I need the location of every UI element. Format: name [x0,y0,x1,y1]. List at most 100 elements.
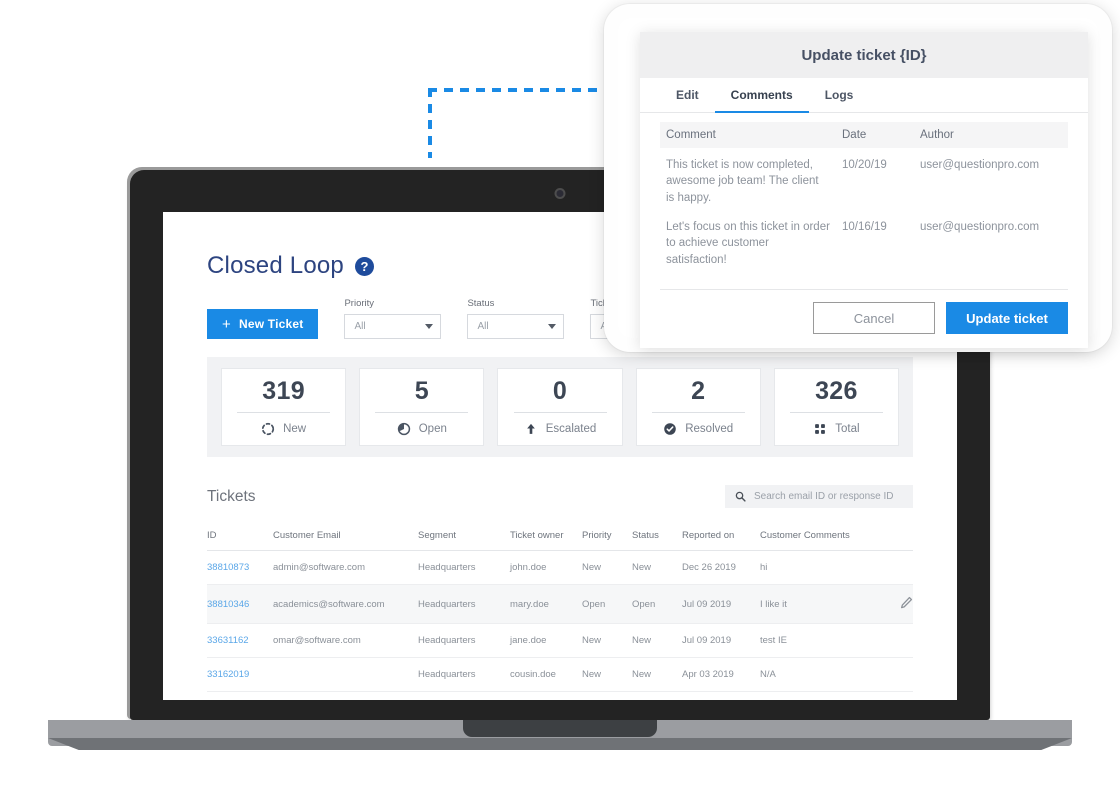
divider [375,411,469,413]
up-arrow-icon [526,423,535,434]
divider [513,411,607,413]
scene: Closed Loop ? + New Ticket Priority All [0,0,1120,800]
tickets-section-title: Tickets [207,487,256,505]
stat-card-total[interactable]: 326 Total [773,368,900,446]
cell-reported: Apr 03 2019 [682,657,760,692]
chevron-down-icon [548,324,557,329]
col-date: Date [836,122,914,148]
laptop-base [48,720,1072,746]
cell-actions [879,550,913,585]
cell-priority: New [582,623,632,658]
col-comments: Customer Comments [760,530,850,541]
comment-row: Let's focus on this ticket in order to a… [660,210,1068,272]
ticket-id-link[interactable]: 38810873 [207,562,249,573]
cell-segment: Headquarters [418,550,510,585]
stat-label: Open [418,422,447,435]
stat-card-resolved[interactable]: 2 Resolved [635,368,761,446]
stat-value: 2 [691,376,706,405]
comments-table-body: This ticket is now completed, awesome jo… [660,148,1068,272]
cell-segment: Headquarters [418,657,510,692]
col-email: Customer Email [273,530,341,541]
table-row[interactable]: 33631162 omar@software.com Headquarters … [207,623,913,658]
stat-card-new[interactable]: 319 New [221,368,347,446]
cell-id[interactable]: 38810873 [207,550,273,585]
divider [651,411,745,413]
cell-actions[interactable] [879,584,913,624]
search-placeholder: Search email ID or response ID [754,491,894,502]
tab-comments[interactable]: Comments [714,78,809,113]
cancel-button[interactable]: Cancel [813,302,935,334]
stat-footer: Resolved [663,422,733,436]
tab-logs[interactable]: Logs [809,78,870,113]
cell-owner: john.doe [510,550,582,585]
ticket-id-link[interactable]: 38810346 [207,599,249,610]
search-icon [735,491,746,502]
tickets-header: Tickets Search email ID or response ID [207,485,913,508]
pie-chart-icon [397,422,410,435]
cell-priority: New [582,550,632,585]
filter-status-value: All [477,321,489,332]
col-author: Author [914,122,1068,148]
ticket-id-link[interactable]: 33162019 [207,669,249,680]
page-title: Closed Loop [207,252,344,279]
col-id: ID [207,530,217,541]
table-row[interactable]: 33162019 Headquarters cousin.doe New New… [207,657,913,692]
stat-card-open[interactable]: 5 Open [359,368,485,446]
stats-strip: 319 New 5 Open 0 Escalated 2 Resolved 32… [207,357,913,457]
filter-status-select[interactable]: All [467,314,565,339]
new-ticket-button[interactable]: + New Ticket [207,309,319,339]
stat-footer: Total [813,422,860,436]
question-mark-icon[interactable]: ? [354,256,374,276]
table-row[interactable]: 38810346 academics@software.com Headquar… [207,584,913,624]
cell-status: New [632,550,682,585]
stat-footer: Open [397,422,447,436]
tab-edit[interactable]: Edit [660,78,715,113]
comment-author: user@questionpro.com [920,159,1040,171]
col-status: Status [632,530,659,541]
update-ticket-button[interactable]: Update ticket [946,302,1068,334]
col-owner: Ticket owner [510,530,564,541]
chevron-down-icon [425,324,434,329]
search-input[interactable]: Search email ID or response ID [725,485,913,508]
modal-header: Update ticket {ID} [640,32,1088,78]
col-reported: Reported on [682,530,735,541]
cell-actions [879,657,913,692]
col-segment: Segment [418,530,457,541]
cell-id[interactable]: 38810346 [207,584,273,624]
guide-line-horizontal [428,88,618,92]
cell-status: Open [632,584,682,624]
webcam-icon [554,188,566,199]
cell-segment: Headquarters [418,623,510,658]
stat-value: 326 [815,376,858,405]
pencil-icon[interactable] [900,596,913,609]
modal-title: Update ticket {ID} [801,46,927,64]
comment-row: This ticket is now completed, awesome jo… [660,148,1068,210]
cell-segment: Headquarters [418,584,510,624]
col-actions [879,530,913,551]
plus-icon: + [222,315,231,333]
cell-id[interactable]: 33631162 [207,623,273,658]
stat-card-escalated[interactable]: 0 Escalated [497,368,623,446]
cell-status: New [632,657,682,692]
comments-table-head: Comment Date Author [660,122,1068,148]
cell-id[interactable]: 33162019 [207,657,273,692]
comment-date: 10/20/19 [842,159,887,171]
cell-comment: hi [760,550,879,585]
stat-value: 0 [552,376,568,405]
cell-priority: Open [582,584,632,624]
tickets-header-row: ID Customer Email Segment Ticket owner P… [207,530,913,551]
table-row[interactable]: 38810873 admin@software.com Headquarters… [207,550,913,585]
filter-priority: Priority All [344,298,442,339]
new-ticket-label: New Ticket [238,317,304,331]
laptop-trackpad-notch [463,720,657,737]
stat-label: Resolved [685,422,734,435]
filter-priority-select[interactable]: All [344,314,442,339]
ticket-id-link[interactable]: 33631162 [207,635,249,646]
cell-priority: New [582,657,632,692]
comments-header-row: Comment Date Author [660,122,1068,148]
filter-status: Status All [467,298,565,339]
stat-footer: Escalated [524,422,596,436]
cell-email: admin@software.com [273,550,418,585]
comment-text: Let's focus on this ticket in order to a… [666,220,830,266]
cell-reported: Dec 26 2019 [682,550,760,585]
